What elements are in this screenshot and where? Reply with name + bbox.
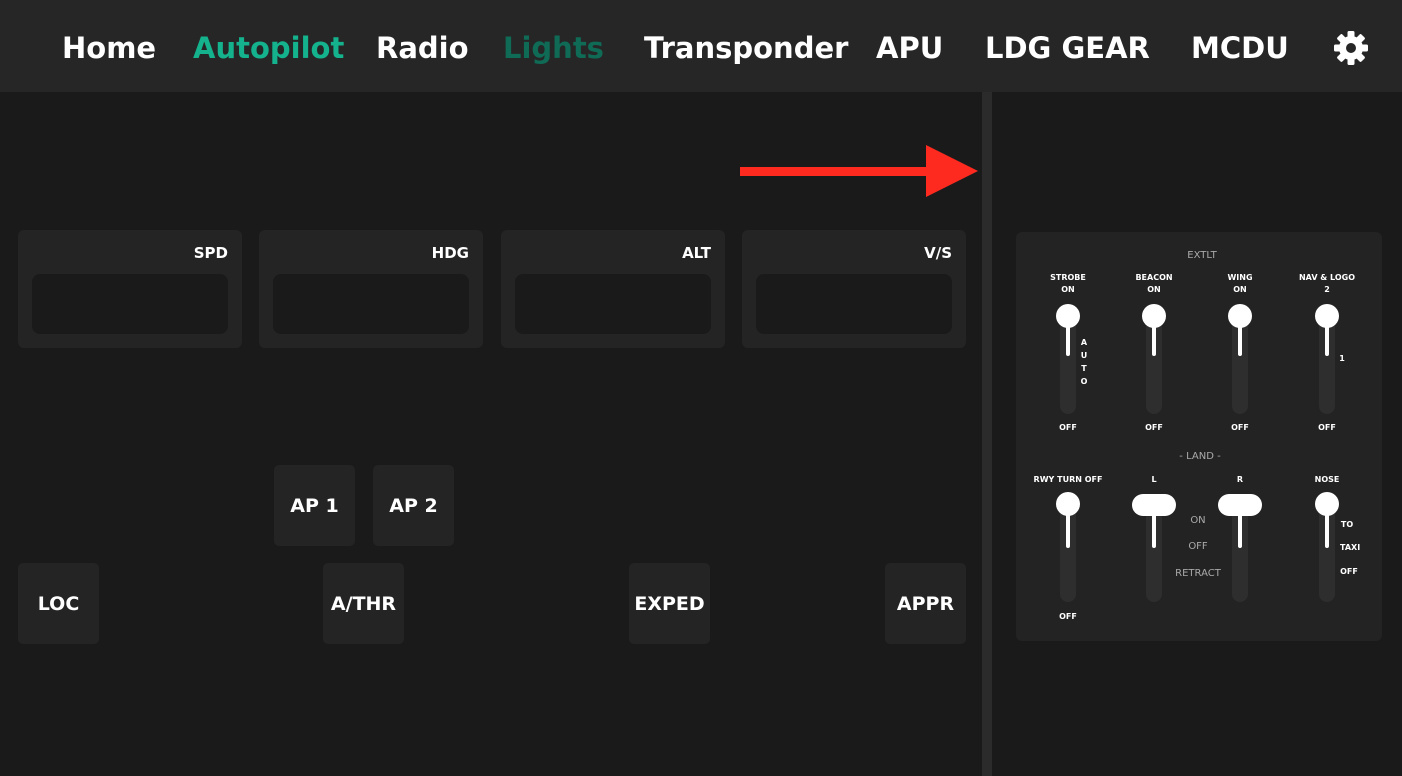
navlogo-label: NAV & LOGO — [1298, 273, 1356, 282]
navlogo-2-label: 2 — [1324, 285, 1330, 294]
alt-label: ALT — [682, 244, 711, 262]
beacon-label: BEACON — [1135, 273, 1173, 282]
land-off-label: OFF — [1188, 541, 1208, 552]
nav-autopilot[interactable]: Autopilot — [193, 28, 344, 68]
nose-off-label: OFF — [1340, 567, 1358, 576]
hdg-display[interactable] — [273, 274, 469, 334]
strobe-auto-label: A U T O — [1080, 338, 1088, 386]
strobe-switch[interactable] — [1056, 304, 1080, 328]
ap2-button[interactable]: AP 2 — [373, 465, 454, 546]
nav-transponder[interactable]: Transponder — [644, 28, 848, 68]
wing-off-label: OFF — [1231, 423, 1249, 432]
wing-on-label: ON — [1233, 285, 1247, 294]
nav-apu[interactable]: APU — [876, 28, 943, 68]
extlt-title: EXTLT — [1187, 250, 1217, 261]
nav-ldg-gear[interactable]: LDG GEAR — [985, 28, 1150, 68]
rwy-turnoff-label: RWY TURN OFF — [1033, 475, 1103, 484]
hdg-box: HDG — [259, 230, 483, 348]
vs-box: V/S — [742, 230, 966, 348]
vs-display[interactable] — [756, 274, 952, 334]
exped-button[interactable]: EXPED — [629, 563, 710, 644]
land-retract-label: RETRACT — [1175, 568, 1221, 579]
beacon-switch[interactable] — [1142, 304, 1166, 328]
rwy-turnoff-switch[interactable] — [1056, 492, 1080, 516]
red-arrow-icon — [740, 145, 978, 197]
split-divider[interactable] — [982, 92, 992, 776]
land-l-label: L — [1151, 475, 1157, 484]
wing-switch[interactable] — [1228, 304, 1252, 328]
nose-label: NOSE — [1314, 475, 1340, 484]
alt-display[interactable] — [515, 274, 711, 334]
navlogo-off-label: OFF — [1318, 423, 1336, 432]
land-r-switch[interactable] — [1218, 494, 1262, 516]
land-on-label: ON — [1190, 515, 1206, 526]
strobe-off-label: OFF — [1059, 423, 1077, 432]
beacon-on-label: ON — [1147, 285, 1161, 294]
land-r-label: R — [1236, 475, 1244, 484]
athr-button[interactable]: A/THR — [323, 563, 404, 644]
nose-taxi-label: TAXI — [1340, 543, 1361, 552]
land-l-switch[interactable] — [1132, 494, 1176, 516]
rwy-turnoff-off-label: OFF — [1059, 612, 1077, 621]
loc-button[interactable]: LOC — [18, 563, 99, 644]
nav-lights[interactable]: Lights — [503, 28, 604, 68]
land-title: - LAND - — [1179, 451, 1221, 462]
appr-button[interactable]: APPR — [885, 563, 966, 644]
vs-label: V/S — [924, 244, 952, 262]
wing-label: WING — [1227, 273, 1253, 282]
nose-to-label: TO — [1340, 520, 1354, 529]
top-nav: Home Autopilot Radio Lights Transponder … — [0, 0, 1402, 92]
nose-switch[interactable] — [1315, 492, 1339, 516]
spd-box: SPD — [18, 230, 242, 348]
spd-label: SPD — [193, 244, 228, 262]
strobe-label: STROBE — [1050, 273, 1086, 282]
hdg-label: HDG — [431, 244, 469, 262]
nav-home[interactable]: Home — [62, 28, 156, 68]
nav-radio[interactable]: Radio — [376, 28, 469, 68]
strobe-on-label: ON — [1061, 285, 1075, 294]
nav-mcdu[interactable]: MCDU — [1191, 28, 1289, 68]
navlogo-1-label: 1 — [1339, 354, 1345, 363]
spd-display[interactable] — [32, 274, 228, 334]
gear-icon[interactable] — [1333, 30, 1369, 66]
navlogo-switch[interactable] — [1315, 304, 1339, 328]
ap1-button[interactable]: AP 1 — [274, 465, 355, 546]
alt-box: ALT — [501, 230, 725, 348]
beacon-off-label: OFF — [1145, 423, 1163, 432]
